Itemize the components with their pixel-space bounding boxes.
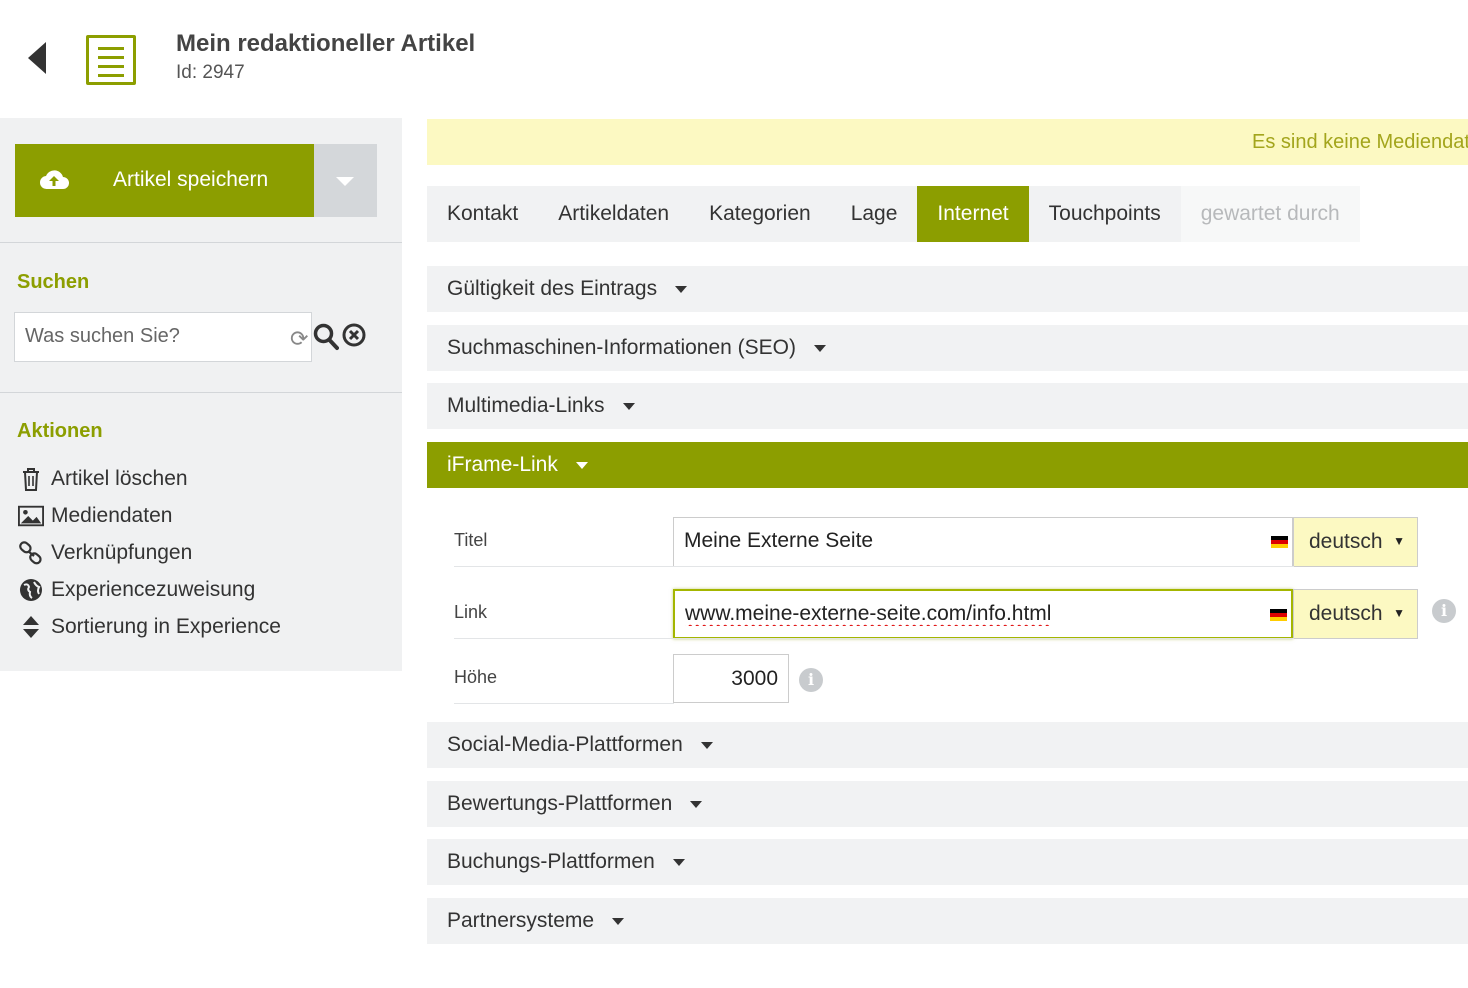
page-title: Mein redaktioneller Artikel <box>176 30 476 57</box>
title-language-select[interactable]: deutsch ▼ <box>1293 517 1418 567</box>
cloud-upload-icon <box>39 170 69 190</box>
image-icon <box>18 503 44 529</box>
action-label: Sortierung in Experience <box>51 615 281 638</box>
row-divider <box>454 566 1294 567</box>
save-options-dropdown[interactable] <box>314 144 377 217</box>
dropdown-arrow-icon: ▼ <box>1393 534 1405 548</box>
section-label: Partnersysteme <box>447 909 595 932</box>
document-icon <box>86 35 136 85</box>
actions-heading: Aktionen <box>17 420 103 442</box>
caret-down-icon <box>672 858 685 866</box>
height-label: Höhe <box>454 667 498 687</box>
section-label: Bewertungs-Plattformen <box>447 792 673 815</box>
title-input[interactable] <box>684 529 1259 553</box>
action-media-data[interactable]: Mediendaten <box>18 502 172 530</box>
tab-lage[interactable]: Lage <box>831 186 918 242</box>
section-label: Social-Media-Plattformen <box>447 733 683 756</box>
section-label: Multimedia-Links <box>447 394 605 417</box>
action-links[interactable]: Verknüpfungen <box>18 539 192 567</box>
tab-gewartet-durch: gewartet durch <box>1180 186 1360 242</box>
action-label: Verknüpfungen <box>51 541 193 564</box>
german-flag-icon <box>1271 536 1288 548</box>
article-id: Id: 2947 <box>176 62 245 83</box>
caret-down-icon <box>575 461 588 469</box>
tab-kontakt[interactable]: Kontakt <box>427 186 538 242</box>
section-ratings[interactable]: Bewertungs-Plattformen <box>427 781 1468 827</box>
dropdown-arrow-icon: ▼ <box>1393 606 1405 620</box>
info-icon[interactable]: i <box>1432 599 1456 623</box>
sort-icon <box>18 614 44 640</box>
action-label: Experiencezuweisung <box>51 578 256 601</box>
section-social-media[interactable]: Social-Media-Plattformen <box>427 722 1468 768</box>
link-language-select[interactable]: deutsch ▼ <box>1293 589 1418 639</box>
section-booking[interactable]: Buchungs-Plattformen <box>427 839 1468 885</box>
tab-touchpoints[interactable]: Touchpoints <box>1029 186 1181 242</box>
caret-down-icon <box>622 402 635 410</box>
tab-artikeldaten[interactable]: Artikeldaten <box>538 186 689 242</box>
section-label: iFrame-Link <box>447 453 558 476</box>
title-field[interactable] <box>673 517 1293 567</box>
divider <box>0 392 402 393</box>
caret-down-icon <box>814 344 826 352</box>
section-label: Suchmaschinen-Informationen (SEO) <box>447 336 796 359</box>
title-label: Titel <box>454 530 488 550</box>
caret-down-icon <box>690 800 703 808</box>
caret-down-icon <box>700 741 713 749</box>
link-input[interactable] <box>685 602 1260 626</box>
globe-icon <box>18 577 44 603</box>
action-label: Mediendaten <box>51 504 173 527</box>
search-box[interactable] <box>14 312 312 362</box>
search-input[interactable] <box>25 325 280 348</box>
section-iframe-link[interactable]: iFrame-Link <box>427 442 1468 488</box>
divider <box>0 242 402 243</box>
action-sort-in-experience[interactable]: Sortierung in Experience <box>18 613 281 641</box>
height-field[interactable] <box>673 654 789 703</box>
row-divider <box>454 703 674 704</box>
section-label: Gültigkeit des Eintrags <box>447 277 658 300</box>
caret-down-icon <box>612 917 625 925</box>
link-icon <box>18 540 44 566</box>
tab-bar: Kontakt Artikeldaten Kategorien Lage Int… <box>427 186 1360 242</box>
refresh-icon[interactable]: ⟳ <box>290 326 308 352</box>
tab-kategorien[interactable]: Kategorien <box>689 186 831 242</box>
media-notice: Es sind keine Mediendaten vorhanden <box>427 119 1468 165</box>
language-value: deutsch <box>1309 530 1383 553</box>
clear-search-icon[interactable] <box>342 323 366 347</box>
sidebar: Artikel speichern Suchen ⟳ Aktionen Arti… <box>0 118 402 671</box>
section-seo[interactable]: Suchmaschinen-Informationen (SEO) <box>427 325 1468 371</box>
german-flag-icon <box>1270 609 1287 621</box>
back-arrow-icon[interactable] <box>28 42 46 74</box>
save-article-button[interactable]: Artikel speichern <box>15 144 314 217</box>
row-divider <box>454 638 1294 639</box>
search-heading: Suchen <box>17 271 90 293</box>
action-experience-assignment[interactable]: Experiencezuweisung <box>18 576 255 604</box>
section-label: Buchungs-Plattformen <box>447 850 655 873</box>
info-icon[interactable]: i <box>799 668 823 692</box>
tab-internet[interactable]: Internet <box>917 186 1029 242</box>
save-article-label: Artikel speichern <box>113 168 269 191</box>
action-label: Artikel löschen <box>51 467 188 490</box>
media-notice-text: Es sind keine Mediendaten vorhanden <box>1252 131 1468 153</box>
search-icon[interactable] <box>313 323 339 351</box>
section-multimedia-links[interactable]: Multimedia-Links <box>427 383 1468 429</box>
section-validity[interactable]: Gültigkeit des Eintrags <box>427 266 1468 312</box>
height-input[interactable] <box>688 667 778 691</box>
section-partner-systems[interactable]: Partnersysteme <box>427 898 1468 944</box>
link-field[interactable] <box>673 589 1293 639</box>
language-value: deutsch <box>1309 602 1383 625</box>
link-label: Link <box>454 602 488 622</box>
trash-icon <box>18 466 44 492</box>
action-delete-article[interactable]: Artikel löschen <box>18 465 188 493</box>
caret-down-icon <box>675 285 688 293</box>
